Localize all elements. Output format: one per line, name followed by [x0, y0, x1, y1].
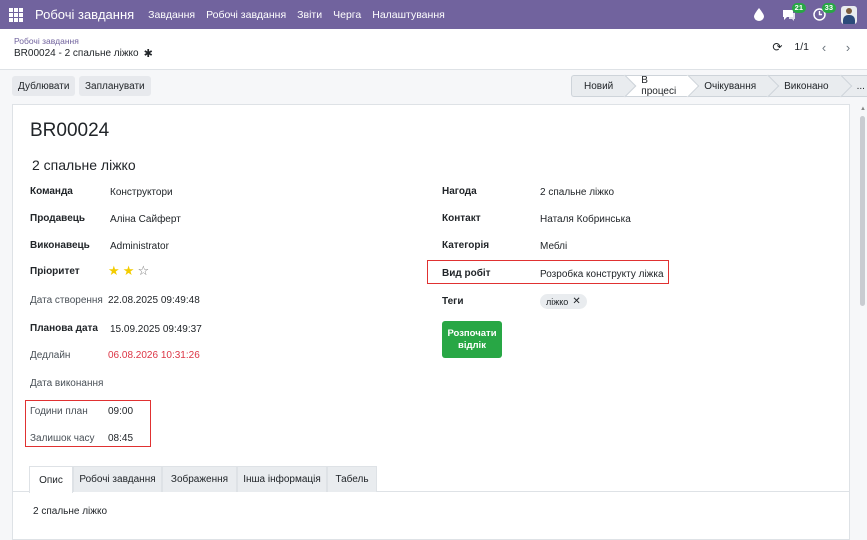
category-label: Категорія	[442, 240, 490, 251]
star-filled-icon[interactable]: ★	[108, 263, 120, 278]
form-sheet: BR00024 2 спальне ліжко Команда Конструк…	[12, 104, 850, 540]
tab-timesheet[interactable]: Табель	[327, 466, 377, 492]
tags-label: Теги	[442, 296, 464, 307]
menu-settings[interactable]: Налаштування	[372, 9, 445, 21]
planned-label: Планова дата	[30, 323, 98, 334]
tag-remove-icon[interactable]: ✕	[572, 296, 580, 307]
breadcrumb-current: BR00024 - 2 спальне ліжко ✱	[14, 47, 153, 60]
breadcrumb-parent[interactable]: Робочі завдання	[14, 36, 79, 46]
star-filled-icon[interactable]: ★	[123, 263, 135, 278]
page-scrollbar[interactable]	[860, 116, 865, 306]
category-value[interactable]: Меблі	[540, 241, 567, 252]
description-text[interactable]: 2 спальне ліжко	[33, 506, 107, 517]
top-navbar: Робочі завдання Завдання Робочі завдання…	[0, 0, 867, 29]
drop-icon[interactable]	[751, 7, 767, 23]
menu-work-tasks[interactable]: Робочі завдання	[206, 9, 286, 21]
seller-label: Продавець	[30, 213, 86, 224]
chat-badge: 21	[791, 2, 806, 13]
pager-next-icon[interactable]: ›	[839, 38, 857, 56]
record-code: BR00024	[30, 120, 110, 141]
tag-label: ліжко	[546, 296, 569, 307]
pager-prev-icon[interactable]: ‹	[815, 38, 833, 56]
team-value[interactable]: Конструктори	[110, 187, 173, 198]
executor-label: Виконавець	[30, 240, 90, 251]
stage-waiting[interactable]: Очікування	[688, 74, 780, 98]
app-brand[interactable]: Робочі завдання	[35, 7, 134, 22]
duplicate-button[interactable]: Дублювати	[12, 76, 76, 96]
schedule-button[interactable]: Запланувати	[79, 76, 151, 96]
tab-description[interactable]: Опис	[29, 466, 73, 493]
activity-badge: 33	[821, 2, 836, 13]
pager: ⟳ 1/1 ‹ ›	[772, 38, 857, 56]
highlight-box-work-type	[427, 260, 669, 284]
notebook-tabs: Опис Робочі завдання Зображення Інша інф…	[13, 465, 849, 493]
executor-value[interactable]: Administrator	[110, 241, 169, 252]
action-row: Дублювати Запланувати Новий В процесі Оч…	[0, 70, 867, 104]
highlight-box-hours	[25, 400, 151, 447]
contact-value[interactable]: Наталя Кобринська	[540, 214, 631, 225]
chat-icon[interactable]: 21	[781, 2, 806, 23]
tab-work-tasks[interactable]: Робочі завдання	[73, 466, 162, 492]
start-timer-button[interactable]: Розпочати відлік	[442, 321, 502, 358]
gear-icon[interactable]: ✱	[144, 47, 153, 60]
stage-new[interactable]: Новий	[571, 74, 637, 98]
opportunity-label: Нагода	[442, 186, 477, 197]
priority-stars: ★ ★ ☆	[108, 263, 149, 279]
tab-other-info[interactable]: Інша інформація	[237, 466, 327, 492]
planned-value[interactable]: 15.09.2025 09:49:37	[110, 324, 202, 335]
apps-menu-icon[interactable]	[9, 7, 23, 22]
star-empty-icon[interactable]: ☆	[137, 263, 149, 278]
tab-images[interactable]: Зображення	[162, 466, 237, 492]
user-avatar[interactable]	[841, 5, 857, 24]
deadline-value[interactable]: 06.08.2026 10:31:26	[108, 350, 200, 361]
scroll-up-icon[interactable]: ▲	[860, 106, 866, 112]
team-label: Команда	[30, 186, 73, 197]
opportunity-value[interactable]: 2 спальне ліжко	[540, 187, 614, 198]
created-label: Дата створення	[30, 295, 103, 306]
priority-label: Пріоритет	[30, 266, 80, 277]
done-date-label: Дата виконання	[30, 378, 104, 389]
pager-value[interactable]: 1/1	[794, 41, 809, 53]
control-panel: Робочі завдання BR00024 - 2 спальне ліжк…	[0, 29, 867, 70]
menu-reports[interactable]: Звіти	[297, 9, 322, 21]
menu-queue[interactable]: Черга	[333, 9, 361, 21]
activity-clock-icon[interactable]: 33	[811, 2, 836, 23]
stage-statusbar: Новий В процесі Очікування Виконано ...	[571, 74, 867, 98]
tag-badge: ліжко ✕	[540, 294, 587, 309]
seller-value[interactable]: Аліна Сайферт	[110, 214, 181, 225]
deadline-label: Дедлайн	[30, 350, 71, 361]
created-value: 22.08.2025 09:49:48	[108, 295, 200, 306]
breadcrumb-current-label: BR00024 - 2 спальне ліжко	[14, 48, 139, 59]
navbar-systray: 21 33	[751, 0, 867, 29]
menu-tasks[interactable]: Завдання	[148, 9, 195, 21]
record-name[interactable]: 2 спальне ліжко	[32, 157, 136, 173]
contact-label: Контакт	[442, 213, 481, 224]
refresh-icon[interactable]: ⟳	[772, 40, 782, 54]
